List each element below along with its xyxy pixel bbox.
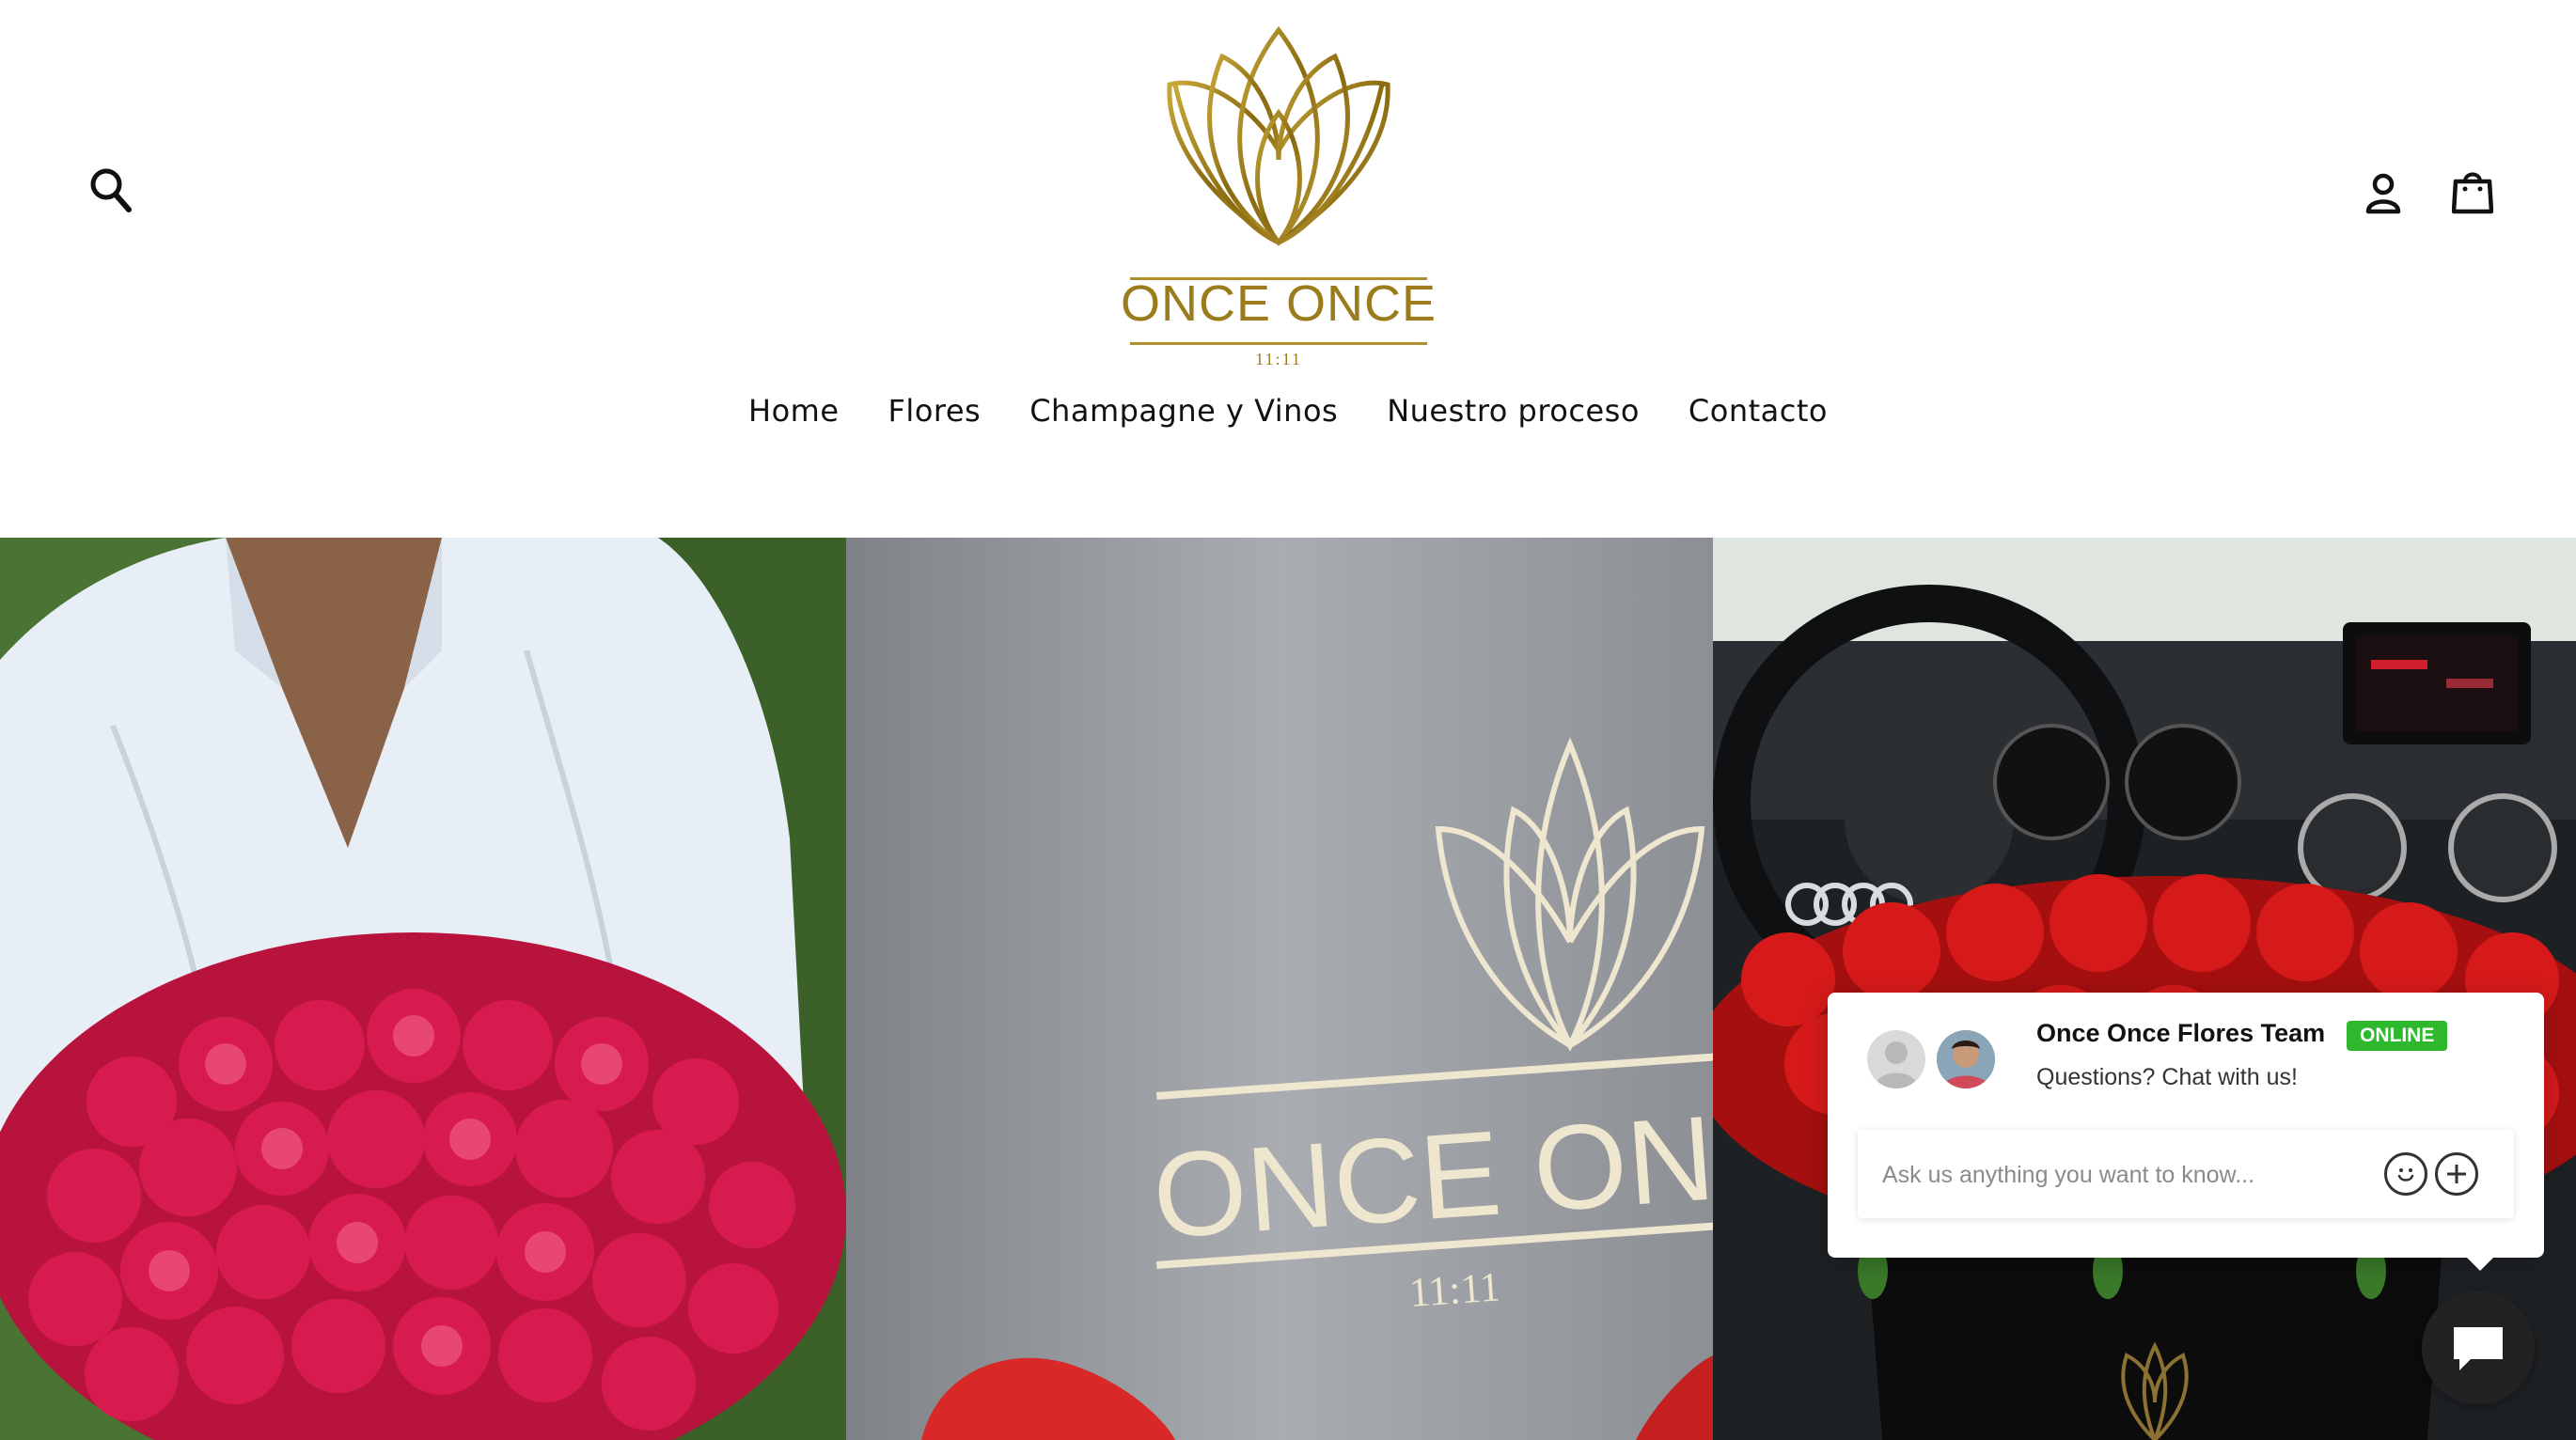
site-logo[interactable]: ONCE ONCE 11:11 [1119,19,1438,368]
search-icon [90,168,132,212]
logo-rule-bottom [1130,342,1427,345]
chat-tagline: Questions? Chat with us! [2036,1064,2298,1090]
once-once-gift-box-photo: ONCE ON 11:11 [846,538,1713,1440]
man-holding-pink-roses-photo [0,538,846,1440]
nav-item-flores[interactable]: Flores [888,393,982,429]
agent-avatar-photo [1937,1030,1995,1088]
smiley-icon [2397,1168,2414,1182]
logo-wordmark: ONCE ONCE [1120,275,1437,332]
logo-subtitle: 11:11 [1255,350,1302,368]
hero-gallery: ONCE ON 11:11 [0,538,2576,1440]
chat-bubble-icon [2454,1327,2503,1370]
chat-launcher-button[interactable] [2422,1291,2535,1404]
cart-button[interactable] [2444,158,2501,226]
nav-item-home[interactable]: Home [748,393,840,429]
agent-avatar-placeholder [1867,1030,1925,1088]
nav-item-nuestro-proceso[interactable]: Nuestro proceso [1387,393,1640,429]
site-header: ONCE ONCE 11:11 Home Flores Champagne y … [0,0,2576,538]
chat-team-name: Once Once Flores Team [2036,1019,2326,1047]
plus-icon [2447,1165,2466,1183]
tulip-logo-icon [1167,25,1390,246]
chat-input-container [1858,1130,2514,1218]
gift-box-subtitle-text: 11:11 [1407,1263,1501,1316]
online-status-badge: ONLINE [2347,1021,2448,1051]
account-button[interactable] [2350,162,2416,226]
user-icon [2365,173,2401,214]
shopping-bag-icon [2452,172,2493,214]
search-button[interactable] [83,158,139,226]
chat-popup-pointer [2463,1254,2497,1271]
nav-item-champagne-y-vinos[interactable]: Champagne y Vinos [1029,393,1338,429]
nav-item-contacto[interactable]: Contacto [1689,393,1828,429]
agent-portrait-icon [1937,1030,1995,1088]
user-silhouette-icon [1875,1041,1918,1088]
main-navigation: Home Flores Champagne y Vinos Nuestro pr… [0,393,2576,429]
emoji-button[interactable] [2384,1152,2427,1196]
hero-image-man-roses[interactable] [0,538,846,1440]
attach-button[interactable] [2435,1152,2478,1196]
chat-popup: Once Once Flores Team ONLINE Questions? … [1828,993,2544,1258]
hero-image-gift-box[interactable]: ONCE ON 11:11 [846,538,1713,1440]
chat-message-input[interactable] [1880,1149,2373,1201]
